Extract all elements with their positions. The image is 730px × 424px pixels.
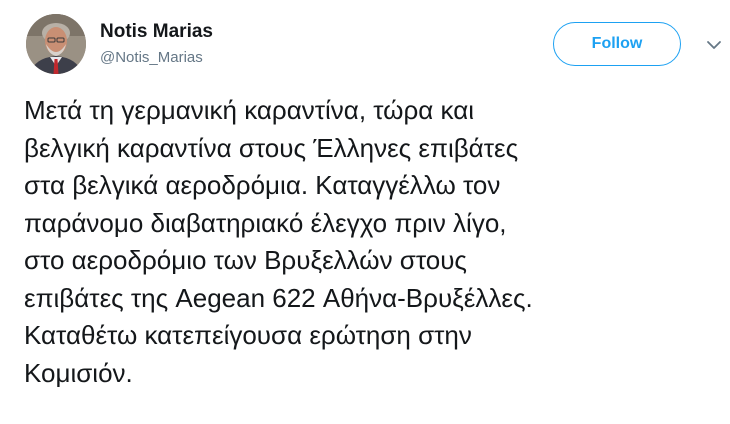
chevron-down-icon[interactable] (706, 38, 722, 50)
tweet-card: Notis Marias @Notis_Marias Follow Μετά τ… (0, 0, 730, 424)
tweet-header: Notis Marias @Notis_Marias Follow (26, 14, 721, 78)
author-display-name[interactable]: Notis Marias (100, 20, 213, 44)
avatar[interactable] (26, 14, 86, 74)
follow-button[interactable]: Follow (553, 22, 681, 66)
author-names: Notis Marias @Notis_Marias (100, 20, 213, 68)
tweet-text: Μετά τη γερμανική καραντίνα, τώρα και βε… (24, 95, 533, 388)
avatar-photo-icon (26, 14, 86, 74)
author-handle[interactable]: @Notis_Marias (100, 48, 213, 68)
